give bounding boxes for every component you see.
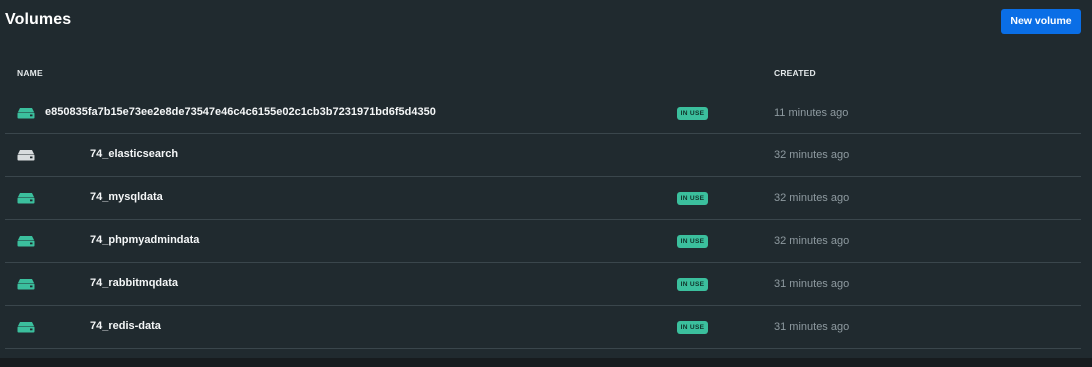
table-row[interactable]: 74_redis-data IN USE 31 minutes ago xyxy=(5,306,1081,349)
page-header: Volumes New volume xyxy=(0,0,1092,44)
table-row[interactable]: 74_mysqldata IN USE 32 minutes ago xyxy=(5,177,1081,220)
table-row[interactable]: 74_elasticsearch 32 minutes ago xyxy=(5,134,1081,177)
new-volume-button[interactable]: New volume xyxy=(1001,9,1081,34)
drive-icon xyxy=(17,108,35,119)
in-use-badge: IN USE xyxy=(677,321,708,334)
table-row[interactable]: e850835fa7b15e73ee2e8de73547e46c4c6155e0… xyxy=(5,92,1081,134)
created-time: 31 minutes ago xyxy=(774,278,850,290)
column-header-name[interactable]: NAME xyxy=(17,68,43,78)
volumes-table: e850835fa7b15e73ee2e8de73547e46c4c6155e0… xyxy=(5,92,1081,349)
drive-icon xyxy=(17,236,35,247)
drive-icon xyxy=(17,322,35,333)
drive-icon xyxy=(17,279,35,290)
created-time: 32 minutes ago xyxy=(774,235,850,247)
drive-icon xyxy=(17,193,35,204)
column-header-created[interactable]: CREATED xyxy=(774,68,816,78)
in-use-badge: IN USE xyxy=(677,278,708,291)
volumes-panel: Volumes New volume NAME CREATED e850835f… xyxy=(0,0,1092,358)
volume-name-link[interactable]: 74_elasticsearch xyxy=(90,148,178,160)
volume-name-link[interactable]: 74_rabbitmqdata xyxy=(90,277,178,289)
drive-icon xyxy=(17,150,35,161)
volume-name-link[interactable]: 74_phpmyadmindata xyxy=(90,234,199,246)
created-time: 11 minutes ago xyxy=(774,107,849,119)
created-time: 31 minutes ago xyxy=(774,321,850,333)
volume-name-link[interactable]: e850835fa7b15e73ee2e8de73547e46c4c6155e0… xyxy=(45,106,436,118)
volume-name-link[interactable]: 74_mysqldata xyxy=(90,191,163,203)
in-use-badge: IN USE xyxy=(677,107,708,120)
created-time: 32 minutes ago xyxy=(774,149,850,161)
in-use-badge: IN USE xyxy=(677,192,708,205)
in-use-badge: IN USE xyxy=(677,235,708,248)
table-row[interactable]: 74_rabbitmqdata IN USE 31 minutes ago xyxy=(5,263,1081,306)
created-time: 32 minutes ago xyxy=(774,192,850,204)
volume-name-link[interactable]: 74_redis-data xyxy=(90,320,161,332)
table-row[interactable]: 74_phpmyadmindata IN USE 32 minutes ago xyxy=(5,220,1081,263)
bottom-strip xyxy=(0,358,1092,367)
page-title: Volumes xyxy=(5,11,72,28)
